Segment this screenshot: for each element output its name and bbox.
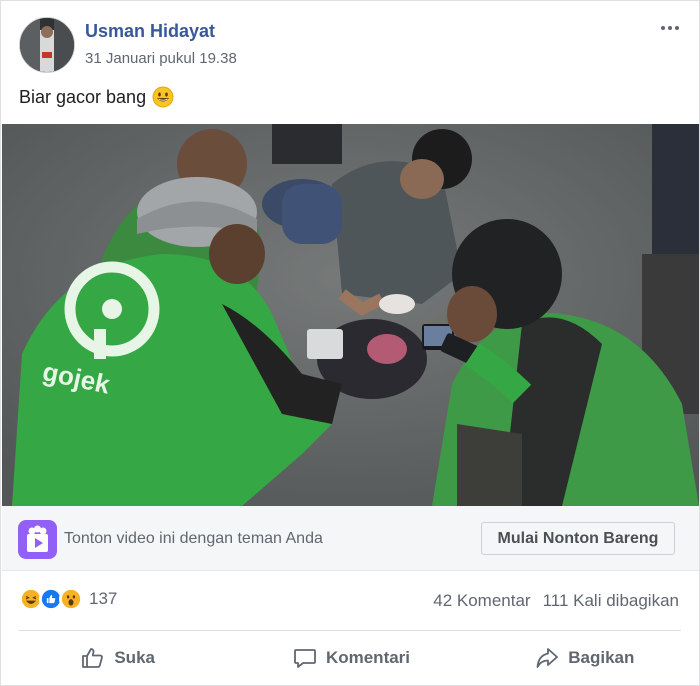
post-action-bar: Suka Komentari Bagikan xyxy=(1,633,700,683)
start-watch-party-button[interactable]: Mulai Nonton Bareng xyxy=(481,522,675,555)
share-icon xyxy=(536,648,559,668)
like-button[interactable]: Suka xyxy=(1,633,234,683)
comment-count-link[interactable]: 42 Komentar xyxy=(433,591,530,611)
post-video[interactable]: gojek xyxy=(2,124,699,506)
post-header: Usman Hidayat 31 Januari pukul 19.38 xyxy=(19,17,685,73)
reaction-count: 137 xyxy=(89,589,118,608)
like-label: Suka xyxy=(114,648,155,667)
comment-label: Komentari xyxy=(325,648,411,667)
watch-party-bar: Tonton video ini dengan teman Anda Mulai… xyxy=(2,506,699,571)
author-avatar[interactable] xyxy=(19,17,75,73)
share-button[interactable]: Bagikan xyxy=(468,633,700,683)
watch-party-text: Tonton video ini dengan teman Anda xyxy=(64,530,323,547)
watch-party-icon[interactable] xyxy=(18,520,57,559)
actions-divider xyxy=(19,630,681,631)
facebook-post: Usman Hidayat 31 Januari pukul 19.38 Bia… xyxy=(0,0,700,686)
grinning-face-emoji-icon xyxy=(152,86,174,108)
share-count-link[interactable]: 111 Kali dibagikan xyxy=(543,591,679,611)
wow-reaction-icon xyxy=(59,587,83,611)
thumbs-up-icon xyxy=(82,648,104,668)
reactions-summary[interactable]: 137 xyxy=(19,587,117,611)
comment-icon xyxy=(294,649,316,668)
more-options-icon[interactable] xyxy=(655,17,685,39)
comment-button[interactable]: Komentari xyxy=(234,633,467,683)
post-timestamp[interactable]: 31 Januari pukul 19.38 xyxy=(85,50,237,67)
post-caption: Biar gacor bang xyxy=(19,86,174,108)
caption-text: Biar gacor bang xyxy=(19,86,147,107)
share-label: Bagikan xyxy=(568,648,635,667)
video-frame: gojek xyxy=(2,124,699,506)
author-name[interactable]: Usman Hidayat xyxy=(85,21,215,42)
engagement-counts: 42 Komentar 111 Kali dibagikan xyxy=(433,591,679,611)
